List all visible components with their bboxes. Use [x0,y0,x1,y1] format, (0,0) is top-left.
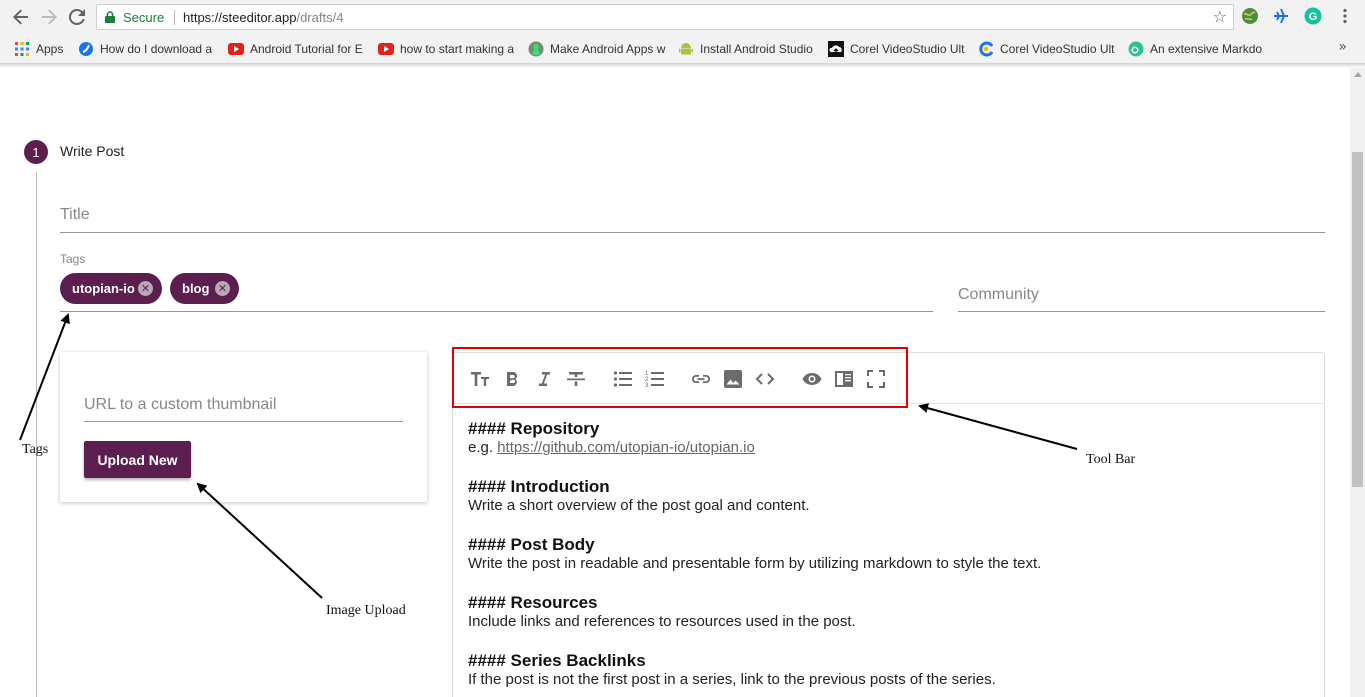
community-placeholder: Community [958,286,1039,303]
md-heading: #### Resources [468,593,598,612]
bookmarks-bar: Apps How do I download a Android Tutoria… [0,34,1365,64]
grammarly-icon[interactable]: G [1304,7,1324,27]
repository-link[interactable]: https://github.com/utopian-io/utopian.io [497,439,755,456]
forward-arrow-icon[interactable] [39,7,59,27]
tag-chip-blog[interactable]: blog ✕ [170,273,239,304]
browser-toolbar: Secure https://steeditor.app/drafts/4 ☆ … [0,0,1365,34]
title-input[interactable]: Title [60,206,1325,233]
bookmark-item[interactable]: Make Android Apps w [528,41,666,57]
tag-chip-label: utopian-io [72,281,135,296]
md-heading: #### Series Backlinks [468,651,646,670]
url-host: https://steeditor.app [183,10,297,25]
android-avatar-icon [528,41,544,57]
md-paragraph: If the post is not the first post in a s… [468,671,996,688]
tags-annotation-label: Tags [22,442,49,457]
step-connector-line [36,172,37,697]
bookmark-label: Android Tutorial for E [250,42,363,56]
tag-chip-utopian-io[interactable]: utopian-io ✕ [60,273,162,304]
more-bookmarks-icon[interactable]: » [1338,39,1347,55]
scrollbar-thumb[interactable] [1352,152,1363,487]
youtube-icon [378,41,394,57]
md-heading: #### Post Body [468,535,595,554]
plane-extension-icon[interactable] [1272,7,1292,27]
bookmark-label: how to start making a [400,42,515,56]
bookmark-apps[interactable]: Apps [14,41,74,57]
scroll-up-arrow-icon[interactable] [1354,72,1362,77]
toolbar-highlight-box [452,347,908,408]
address-separator [174,10,175,25]
reload-icon[interactable] [67,7,87,27]
bookmark-item[interactable]: Android Tutorial for E [228,41,366,57]
globe-extension-icon[interactable] [1241,7,1261,27]
title-placeholder: Title [60,206,90,223]
chrome-blue-icon [78,41,94,57]
step-number-badge: 1 [24,140,48,164]
address-bar[interactable]: Secure https://steeditor.app/drafts/4 ☆ [96,4,1234,30]
bookmark-label: Apps [36,42,64,56]
kebab-menu-icon[interactable] [1336,7,1356,27]
bookmark-item[interactable]: Corel VideoStudio Ult [828,41,966,57]
svg-text:G: G [1309,11,1318,23]
green-circle-icon [1128,41,1144,57]
thumbnail-card: URL to a custom thumbnail Upload New [60,352,427,502]
app-root: Secure https://steeditor.app/drafts/4 ☆ … [0,0,1365,697]
bookmark-item[interactable]: Install Android Studio [678,41,816,57]
bookmark-star-icon[interactable]: ☆ [1213,7,1227,26]
corel-icon [978,41,994,57]
upload-new-button[interactable]: Upload New [84,441,191,478]
md-paragraph: Write a short overview of the post goal … [468,497,810,514]
md-paragraph: Write the post in readable and presentab… [468,555,1042,572]
bookmark-item[interactable]: how to start making a [378,41,516,57]
bookmark-item[interactable]: Corel VideoStudio Ult [978,41,1116,57]
url-text: https://steeditor.app/drafts/4 [183,10,343,25]
bookmark-item[interactable]: An extensive Markdo [1128,41,1266,57]
back-arrow-icon[interactable] [11,7,31,27]
bookmark-label: Corel VideoStudio Ult [850,42,965,56]
editor-text-area[interactable]: #### Repository e.g. https://github.com/… [468,419,1318,697]
android-icon [678,41,694,57]
bookmark-label: Install Android Studio [700,42,813,56]
md-heading: #### Introduction [468,477,610,496]
md-heading: #### Repository [468,419,600,438]
thumbnail-placeholder: URL to a custom thumbnail [84,396,277,413]
md-paragraph: e.g. https://github.com/utopian-io/utopi… [468,438,1318,457]
md-prefix: e.g. [468,439,498,456]
step-title: Write Post [60,143,125,159]
toolbar-shadow [0,64,1365,68]
apps-grid-icon [14,41,30,57]
toolbar-annotation-label: Tool Bar [1086,452,1136,467]
lock-icon [105,11,115,23]
cloud-upload-icon [828,41,844,57]
bookmark-label: How do I download a [100,42,213,56]
bookmark-label: Corel VideoStudio Ult [1000,42,1115,56]
thumbnail-url-input[interactable]: URL to a custom thumbnail [84,396,403,422]
tag-chip-label: blog [182,281,210,296]
remove-tag-icon[interactable]: ✕ [215,281,230,296]
bookmark-label: Make Android Apps w [550,42,666,56]
community-input[interactable]: Community [958,286,1325,312]
remove-tag-icon[interactable]: ✕ [138,281,153,296]
bookmark-label: An extensive Markdo [1150,42,1263,56]
tags-input[interactable]: utopian-io ✕ blog ✕ [60,270,933,312]
url-path: /drafts/4 [296,10,344,25]
secure-label: Secure [123,10,165,25]
md-paragraph: Include links and references to resource… [468,613,856,630]
tags-label: Tags [60,252,86,266]
youtube-icon [228,41,244,57]
image-upload-annotation-label: Image Upload [326,603,406,618]
bookmark-item[interactable]: How do I download a [78,41,216,57]
